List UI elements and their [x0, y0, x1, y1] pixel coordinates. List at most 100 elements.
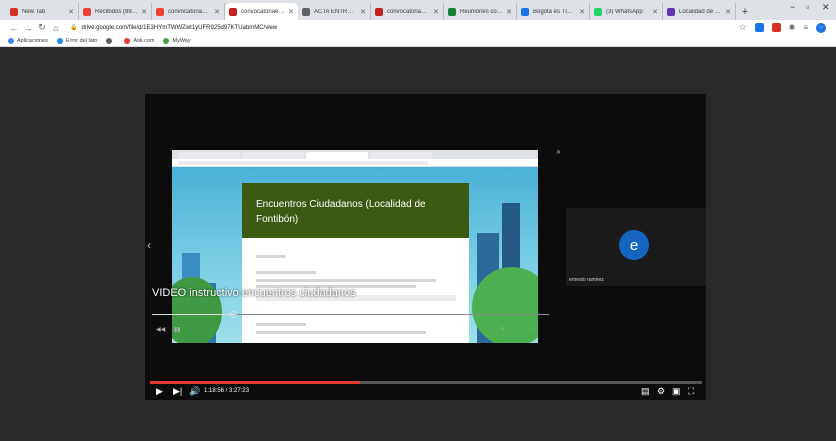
bookmark-item[interactable] — [106, 37, 115, 44]
bookmarks-bar: Aplicaciones Error del lato Ask.com MyWay — [0, 35, 836, 47]
extension-icon[interactable] — [754, 23, 764, 32]
gear-icon[interactable]: ⚙ — [657, 386, 665, 397]
bookmark-label: Error del lato — [65, 37, 98, 44]
recorded-tab — [306, 152, 368, 159]
favicon-icon — [448, 7, 456, 16]
tab-title: New Tab — [22, 8, 46, 15]
close-window-icon[interactable]: ✕ — [822, 2, 830, 13]
bookmark-label: MyWay — [172, 37, 191, 44]
tab-title: (3) WhatsApp — [606, 8, 643, 15]
form-title: Encuentros Ciudadanos (Localidad de Font… — [242, 183, 469, 238]
volume-icon[interactable]: 🔊 — [189, 386, 200, 397]
bookmark-item[interactable]: MyWay — [163, 37, 191, 44]
recorded-settings-icon: ✎ — [500, 327, 506, 333]
chevron-left-icon[interactable]: ‹ — [147, 238, 151, 252]
bookmark-icon — [163, 37, 170, 44]
address-bar[interactable]: 🔒 drive.google.com/file/d/1E3HYmTWWZwt1y… — [70, 22, 750, 33]
close-tab-icon[interactable]: ✕ — [506, 8, 512, 16]
tab-title: convocatoriaesecio — [168, 8, 212, 15]
bookmark-icon — [124, 37, 131, 44]
browser-tab[interactable]: Recibidos (896) - ▪✕ — [79, 3, 152, 20]
recorded-close-icon: ✕ — [556, 150, 562, 156]
star-icon[interactable]: ☆ — [739, 22, 747, 33]
favicon-icon — [302, 7, 310, 16]
recorded-pause-icon: ▮▮ — [174, 327, 181, 333]
participant-name: ernesto ramirez — [569, 277, 604, 283]
browser-tab[interactable]: convocatoriaesecio✕ — [225, 3, 298, 20]
play-icon[interactable]: ▶ — [156, 386, 163, 397]
recording-title: VIDEO instructivo encuentros ciudadanos — [152, 287, 356, 299]
tab-strip: New Tab✕Recibidos (896) - ▪✕convocatoria… — [0, 0, 836, 20]
close-tab-icon[interactable]: ✕ — [68, 8, 74, 16]
participant-avatar: e — [619, 230, 649, 260]
form-background: Encuentros Ciudadanos (Localidad de Font… — [172, 167, 538, 343]
extension-icon[interactable] — [771, 23, 781, 32]
favicon-icon — [229, 7, 237, 16]
bookmark-icon — [56, 37, 63, 44]
recorded-play-icon: ◀◀ — [156, 327, 166, 333]
back-icon[interactable]: ← — [8, 23, 20, 33]
puzzle-icon[interactable]: ✱ — [789, 23, 796, 32]
close-tab-icon[interactable]: ✕ — [433, 8, 439, 16]
recorded-fullscreen-icon: ⛶ — [530, 326, 535, 332]
browser-tab[interactable]: Localidad de Fonti✕ — [663, 3, 736, 20]
subtitles-icon[interactable]: ▤ — [641, 386, 650, 397]
new-tab-button[interactable]: + — [736, 3, 754, 20]
reading-list-icon[interactable]: ≡ — [803, 23, 808, 32]
favicon-icon — [10, 7, 18, 16]
next-icon[interactable]: ▶| — [173, 386, 182, 397]
recorded-tab — [242, 152, 304, 159]
close-tab-icon[interactable]: ✕ — [579, 8, 585, 16]
browser-tab[interactable]: New Tab ✕ — [6, 3, 79, 20]
tab-title: Reuniones con Alc — [460, 8, 503, 15]
tab-title: convocatoriaesecio — [387, 8, 431, 15]
browser-tab[interactable]: Bogotá es TIC - Co✕ — [517, 3, 590, 20]
recorded-address-bar — [178, 160, 428, 165]
browser-tab[interactable]: ACTA ENTREGA VT✕ — [298, 3, 371, 20]
browser-toolbar: ← → ↻ ⌂ 🔒 drive.google.com/file/d/1E3HYm… — [0, 20, 836, 35]
close-tab-icon[interactable]: ✕ — [214, 8, 220, 16]
video-progress-bar[interactable] — [150, 381, 702, 384]
close-tab-icon[interactable]: ✕ — [725, 8, 731, 16]
bookmark-label: Aplicaciones — [17, 37, 48, 44]
favicon-icon — [83, 7, 91, 16]
recorded-tab — [370, 152, 432, 159]
tab-title: Recibidos (896) - ▪ — [95, 8, 138, 15]
recorded-tab — [178, 152, 240, 159]
favicon-icon — [375, 7, 383, 16]
browser-tab[interactable]: Reuniones con Alc✕ — [444, 3, 517, 20]
close-tab-icon[interactable]: ✕ — [360, 8, 366, 16]
fullscreen-icon[interactable]: ⛶ — [688, 386, 694, 397]
tab-title: Localidad de Fonti — [679, 8, 722, 15]
reload-icon[interactable]: ↻ — [36, 22, 48, 33]
bookmark-icon — [106, 37, 113, 44]
profile-avatar[interactable]: ○ — [816, 22, 826, 33]
tab-title: Bogotá es TIC - Co — [533, 8, 576, 15]
bookmark-icon — [8, 37, 14, 44]
recording-scrubber — [230, 311, 237, 318]
browser-tab[interactable]: convocatoriaesecio✕ — [152, 3, 225, 20]
browser-tab[interactable]: (3) WhatsApp ✕ — [590, 3, 663, 20]
close-tab-icon[interactable]: ✕ — [288, 8, 294, 16]
bookmark-item[interactable]: Aplicaciones — [8, 37, 48, 44]
close-tab-icon[interactable]: ✕ — [652, 8, 658, 16]
video-time: 1:18:56 / 3:27:23 — [204, 388, 250, 394]
bookmark-item[interactable]: Error del lato — [56, 37, 98, 44]
minimize-icon[interactable]: − — [790, 2, 795, 12]
browser-tab[interactable]: convocatoriaesecio✕ — [371, 3, 444, 20]
favicon-icon — [594, 7, 602, 16]
bookmark-item[interactable]: Ask.com — [124, 37, 155, 44]
tab-title: ACTA ENTREGA VT — [314, 8, 358, 15]
close-tab-icon[interactable]: ✕ — [141, 8, 147, 16]
tab-title: convocatoriaesecio — [241, 8, 285, 15]
favicon-icon — [156, 7, 164, 16]
recording-progress — [152, 314, 549, 315]
favicon-icon — [667, 7, 675, 16]
form-card: Encuentros Ciudadanos (Localidad de Font… — [242, 183, 469, 343]
maximize-icon[interactable]: ▫ — [806, 2, 809, 12]
home-icon[interactable]: ⌂ — [50, 23, 62, 33]
miniplayer-icon[interactable]: ▣ — [672, 386, 681, 397]
forward-icon[interactable]: → — [22, 23, 34, 33]
address-text: drive.google.com/file/d/1E3HYmTWWZwt1yUF… — [81, 24, 278, 31]
bookmark-label: Ask.com — [133, 37, 155, 44]
